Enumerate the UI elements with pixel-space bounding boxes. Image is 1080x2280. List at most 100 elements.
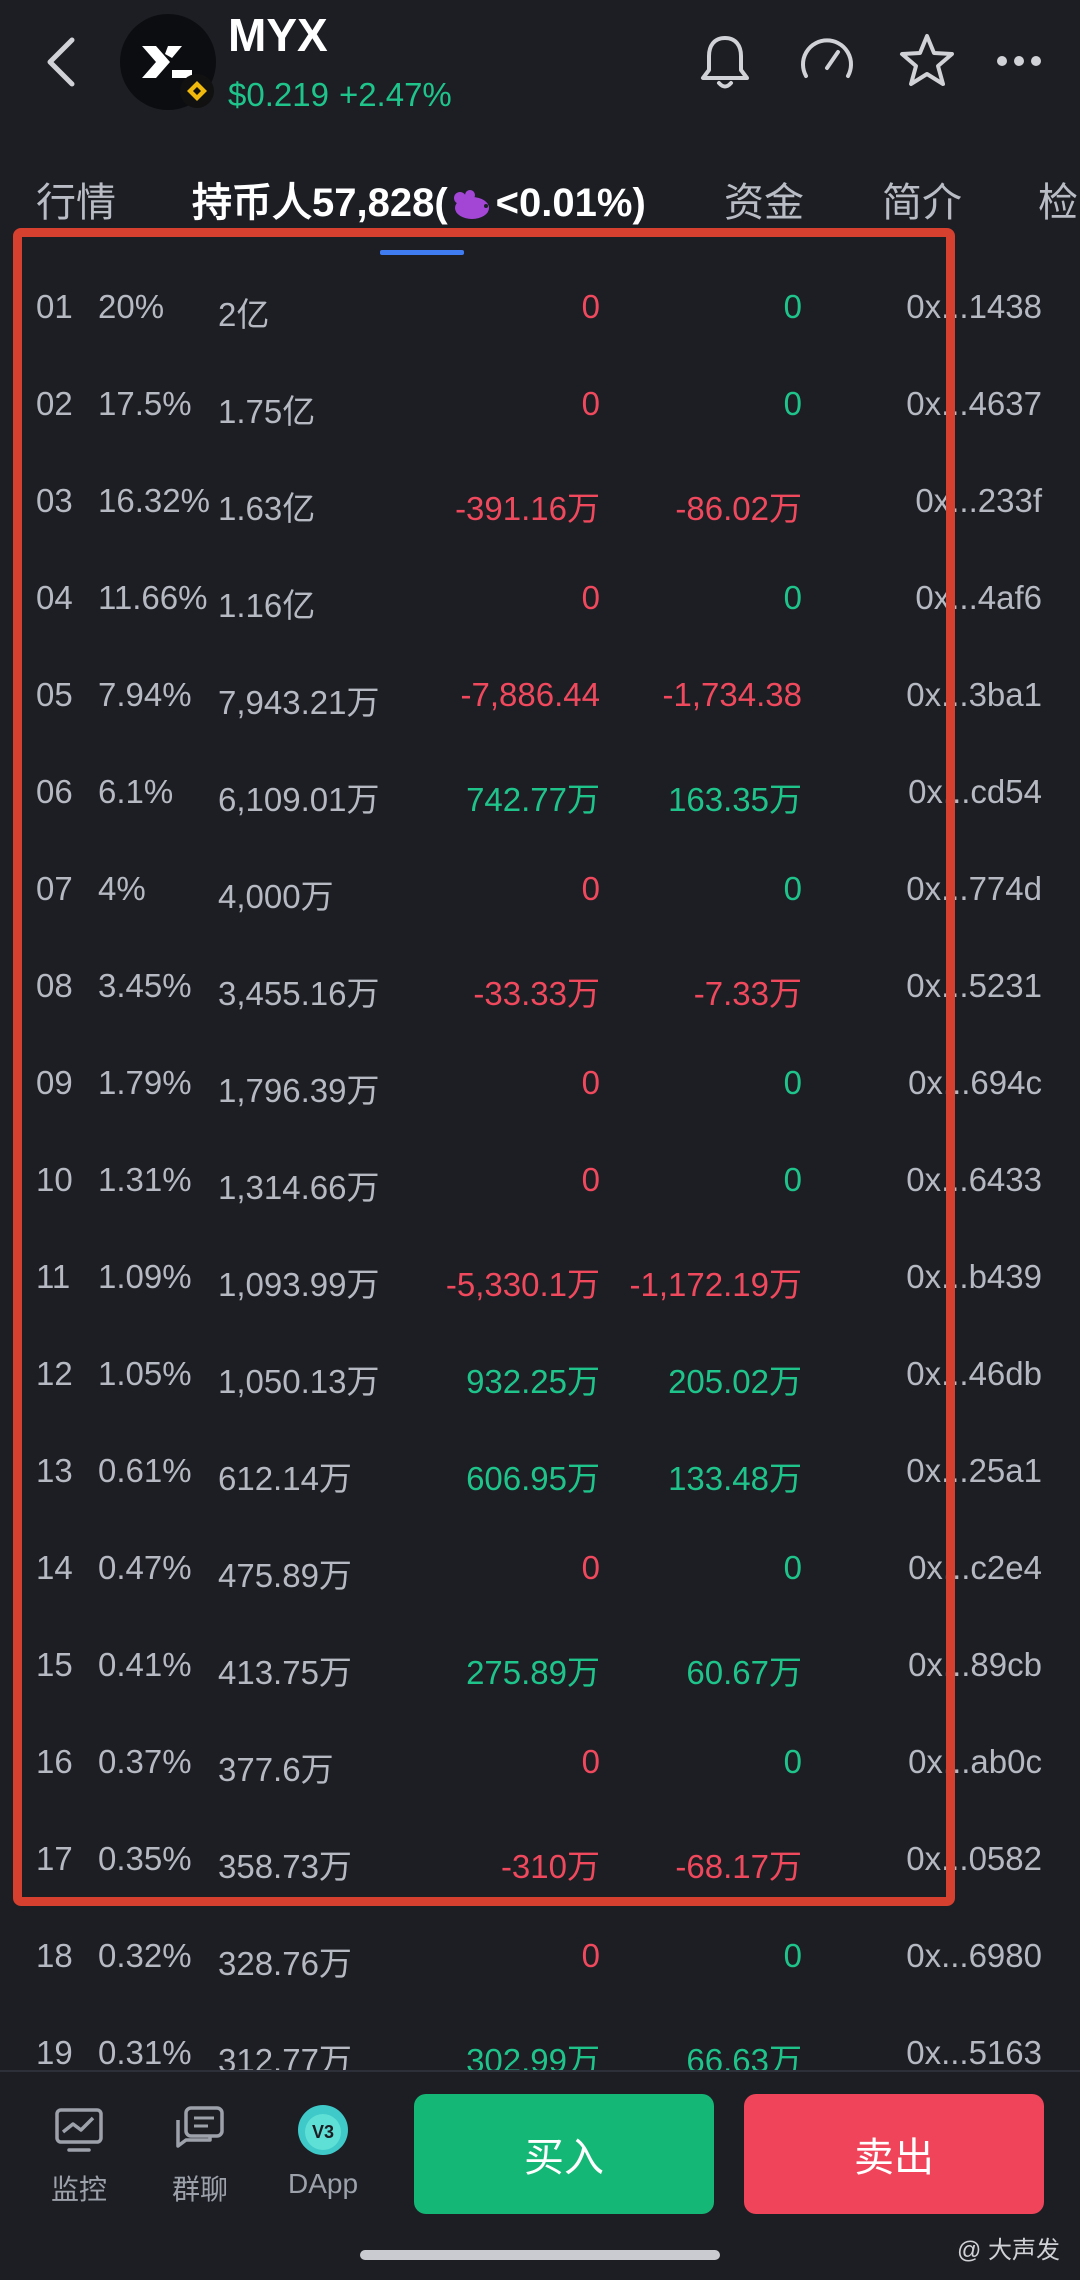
holder-rank: 05 — [36, 676, 73, 713]
holder-address[interactable]: 0x...25a1 — [906, 1452, 1042, 1490]
holder-row[interactable]: 15 0.41% 413.75万 275.89万 60.67万 0x...89cb — [0, 1620, 1080, 1717]
holder-row[interactable]: 07 4% 4,000万 0 0 0x...774d — [0, 844, 1080, 941]
bell-icon[interactable] — [690, 26, 760, 96]
tab-market[interactable]: 行情 — [36, 170, 116, 228]
holder-amount: 358.73万 — [218, 1848, 352, 1885]
holder-percent: 0.35% — [98, 1840, 192, 1877]
holder-amount: 413.75万 — [218, 1654, 352, 1691]
holder-address[interactable]: 0x...0582 — [906, 1840, 1042, 1878]
holder-percent: 0.61% — [98, 1452, 192, 1489]
holder-change: 0 — [581, 288, 600, 325]
holder-change-value: 0 — [783, 870, 802, 907]
token-symbol: MYX — [228, 9, 328, 61]
holder-row[interactable]: 04 11.66% 1.16亿 0 0 0x...4af6 — [0, 553, 1080, 650]
holder-address[interactable]: 0x...c2e4 — [908, 1549, 1042, 1587]
holder-percent: 0.41% — [98, 1646, 192, 1683]
holder-change-value: 0 — [783, 579, 802, 616]
active-tab-indicator — [380, 250, 464, 255]
holder-rank: 10 — [36, 1161, 73, 1198]
holder-amount: 6,109.01万 — [218, 781, 380, 818]
holder-address[interactable]: 0x...b439 — [906, 1258, 1042, 1296]
holder-percent: 11.66% — [98, 579, 208, 616]
nav-dapp-label: DApp — [287, 2168, 359, 2199]
holder-change: -5,330.1万 — [445, 1266, 600, 1303]
nav-group-chat[interactable]: 群聊 — [145, 2102, 255, 2208]
nav-dapp[interactable]: V3 DApp — [268, 2102, 378, 2200]
holder-change-value: 0 — [783, 1064, 802, 1101]
holder-percent: 20% — [98, 288, 165, 325]
holder-address[interactable]: 0x...694c — [908, 1064, 1042, 1102]
tab-intro[interactable]: 简介 — [882, 170, 962, 228]
holder-change-value: 0 — [783, 1937, 802, 1974]
holder-row[interactable]: 10 1.31% 1,314.66万 0 0 0x...6433 — [0, 1135, 1080, 1232]
holder-change-value: 60.67万 — [686, 1654, 802, 1691]
holder-address[interactable]: 0x...3ba1 — [906, 676, 1042, 714]
holder-address[interactable]: 0x...46db — [906, 1355, 1042, 1393]
holder-change-value: -7.33万 — [693, 975, 802, 1012]
holder-row[interactable]: 17 0.35% 358.73万 -310万 -68.17万 0x...0582 — [0, 1814, 1080, 1911]
holder-amount: 7,943.21万 — [218, 684, 380, 721]
star-icon[interactable] — [892, 26, 962, 96]
holder-row[interactable]: 18 0.32% 328.76万 0 0 0x...6980 — [0, 1911, 1080, 2008]
holder-row[interactable]: 06 6.1% 6,109.01万 742.77万 163.35万 0x...cd54 — [0, 747, 1080, 844]
holder-rank: 16 — [36, 1743, 73, 1780]
holder-address[interactable]: 0x...ab0c — [908, 1743, 1042, 1781]
holder-row[interactable]: 11 1.09% 1,093.99万 -5,330.1万 -1,172.19万 0x...… — [0, 1232, 1080, 1329]
buy-button[interactable]: 买入 — [414, 2094, 714, 2214]
holder-address[interactable]: 0x...4af6 — [915, 579, 1042, 617]
holder-row[interactable]: 03 16.32% 1.63亿 -391.16万 -86.02万 0x...233f — [0, 456, 1080, 553]
holder-change: 275.89万 — [466, 1654, 600, 1691]
nav-monitor[interactable]: 监控 — [24, 2102, 134, 2208]
holder-address[interactable]: 0x...4637 — [906, 385, 1042, 423]
holder-address[interactable]: 0x...89cb — [908, 1646, 1042, 1684]
holder-change: 742.77万 — [466, 781, 600, 818]
holder-change-value: -1,172.19万 — [629, 1266, 802, 1303]
holder-percent: 0.31% — [98, 2034, 192, 2071]
holder-amount: 2亿 — [218, 296, 270, 333]
holder-row[interactable]: 14 0.47% 475.89万 0 0 0x...c2e4 — [0, 1523, 1080, 1620]
speedometer-icon[interactable] — [792, 26, 862, 96]
holder-change-value: -68.17万 — [675, 1848, 802, 1885]
more-icon[interactable] — [984, 26, 1054, 96]
holder-amount: 1.16亿 — [218, 587, 316, 624]
holder-row[interactable]: 02 17.5% 1.75亿 0 0 0x...4637 — [0, 359, 1080, 456]
holder-address[interactable]: 0x...774d — [906, 870, 1042, 908]
sell-button[interactable]: 卖出 — [744, 2094, 1044, 2214]
holder-percent: 0.37% — [98, 1743, 192, 1780]
holder-percent: 3.45% — [98, 967, 192, 1004]
holder-address[interactable]: 0x...5231 — [906, 967, 1042, 1005]
holder-change-value: 0 — [783, 1743, 802, 1780]
holder-row[interactable]: 05 7.94% 7,943.21万 -7,886.44 -1,734.38 0x...3… — [0, 650, 1080, 747]
holder-rank: 18 — [36, 1937, 73, 1974]
holder-address[interactable]: 0x...233f — [915, 482, 1042, 520]
holder-rank: 14 — [36, 1549, 73, 1586]
holder-amount: 3,455.16万 — [218, 975, 380, 1012]
holder-address[interactable]: 0x...6980 — [906, 1937, 1042, 1975]
holder-change: 606.95万 — [466, 1460, 600, 1497]
holder-row[interactable]: 09 1.79% 1,796.39万 0 0 0x...694c — [0, 1038, 1080, 1135]
chat-icon — [176, 2106, 224, 2148]
tab-funds[interactable]: 资金 — [724, 170, 804, 228]
holder-change: 0 — [581, 1937, 600, 1974]
tab-check[interactable]: 检 — [1038, 170, 1078, 228]
holder-row[interactable]: 12 1.05% 1,050.13万 932.25万 205.02万 0x...46db — [0, 1329, 1080, 1426]
tab-holders[interactable]: 持币人57,828( <0.01%) — [192, 170, 646, 228]
holder-row[interactable]: 08 3.45% 3,455.16万 -33.33万 -7.33万 0x...5231 — [0, 941, 1080, 1038]
watermark: @ 大声发 — [956, 2237, 1060, 2264]
back-arrow-icon[interactable] — [40, 34, 84, 90]
nav-monitor-label: 监控 — [50, 2174, 107, 2205]
holder-percent: 1.05% — [98, 1355, 192, 1392]
holder-rank: 09 — [36, 1064, 73, 1101]
holder-row[interactable]: 01 20% 2亿 0 0 0x...1438 — [0, 262, 1080, 359]
holder-address[interactable]: 0x...5163 — [906, 2034, 1042, 2072]
holder-change: 0 — [581, 1161, 600, 1198]
holder-change-value: -86.02万 — [675, 490, 802, 527]
holder-row[interactable]: 13 0.61% 612.14万 606.95万 133.48万 0x...25a1 — [0, 1426, 1080, 1523]
holder-address[interactable]: 0x...cd54 — [908, 773, 1042, 811]
header: MYX $0.219 +2.47% — [0, 0, 1080, 150]
holder-address[interactable]: 0x...6433 — [906, 1161, 1042, 1199]
holder-address[interactable]: 0x...1438 — [906, 288, 1042, 326]
holder-row[interactable]: 16 0.37% 377.6万 0 0 0x...ab0c — [0, 1717, 1080, 1814]
holder-change: 0 — [581, 385, 600, 422]
home-indicator[interactable] — [360, 2250, 720, 2260]
